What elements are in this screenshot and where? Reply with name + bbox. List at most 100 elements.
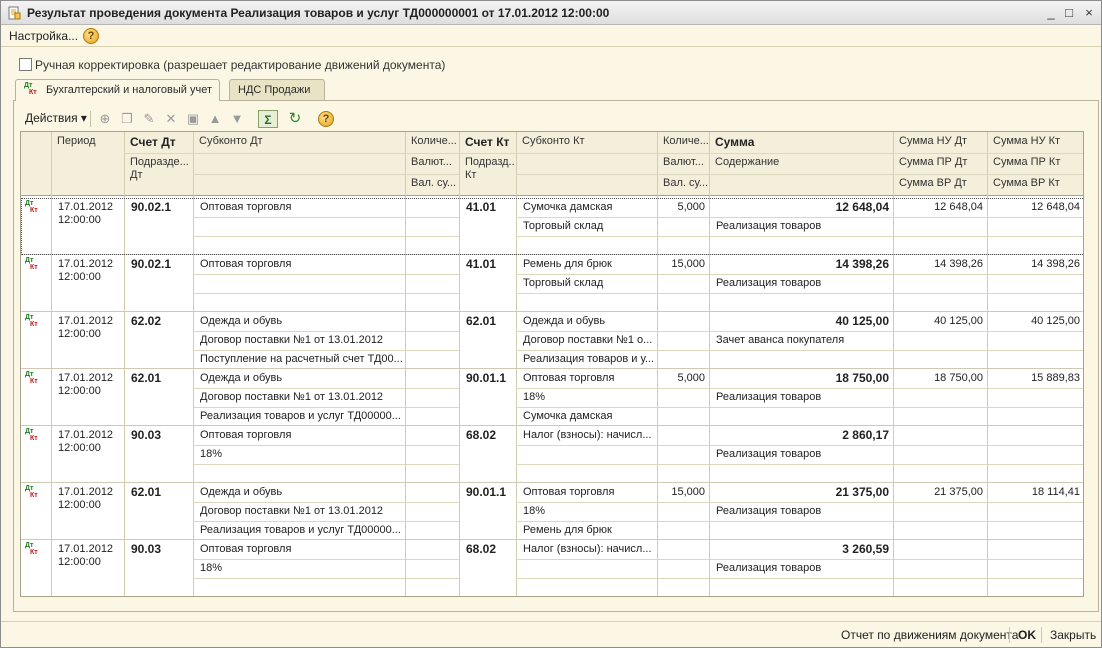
column-valsum-dt[interactable]: Вал. су... <box>407 177 459 189</box>
table-cell[interactable]: Договор поставки №1 от 13.01.2012 <box>196 334 404 346</box>
table-cell[interactable]: 15 889,83 <box>987 372 1083 384</box>
table-row[interactable]: Дт Кт 17.01.2012 12:00:00 62.02 Одежда и обув… <box>21 312 1083 369</box>
table-cell[interactable]: 40 125,00 <box>987 315 1083 327</box>
table-cell[interactable]: 12 648,04 <box>987 201 1083 213</box>
table-cell[interactable]: Ремень для брюк <box>519 258 656 270</box>
table-cell[interactable]: 15,000 <box>658 258 709 270</box>
table-cell[interactable]: Договор поставки №1 от 13.01.2012 <box>196 505 404 517</box>
column-val-dt[interactable]: Валют... <box>407 156 459 168</box>
table-cell[interactable]: Оптовая торговля <box>519 486 656 498</box>
table-cell[interactable]: Налог (взносы): начисл... <box>519 543 656 555</box>
table-cell[interactable]: 90.03 <box>127 542 193 556</box>
table-cell[interactable]: Одежда и обувь <box>196 315 404 327</box>
copy-icon[interactable]: ❐ <box>118 110 136 128</box>
table-cell[interactable]: Реализация товаров <box>712 220 892 232</box>
column-subkonto-kt[interactable]: Субконто Кт <box>518 135 658 147</box>
table-cell[interactable]: Реализация товаров <box>712 448 892 460</box>
table-cell[interactable]: 17.01.2012 <box>54 486 124 498</box>
manual-edit-checkbox[interactable] <box>19 58 32 71</box>
table-cell[interactable]: Реализация товаров и услуг ТД00000... <box>196 410 404 422</box>
table-cell[interactable]: Сумочка дамская <box>519 201 656 213</box>
table-cell[interactable]: 90.01.1 <box>462 485 516 499</box>
table-cell[interactable]: 17.01.2012 <box>54 258 124 270</box>
table-cell[interactable]: 68.02 <box>462 542 516 556</box>
table-cell[interactable]: 40 125,00 <box>893 315 987 327</box>
table-cell[interactable]: Реализация товаров <box>712 505 892 517</box>
delete-icon[interactable]: ✕ <box>162 110 180 128</box>
column-val-kt[interactable]: Валют... <box>659 156 709 168</box>
table-cell[interactable]: 41.01 <box>462 257 516 271</box>
column-kol-kt[interactable]: Количе... <box>659 135 709 147</box>
table-cell[interactable]: 41.01 <box>462 200 516 214</box>
table-cell[interactable]: 17.01.2012 <box>54 429 124 441</box>
table-cell[interactable]: 68.02 <box>462 428 516 442</box>
table-cell[interactable]: 90.01.1 <box>462 371 516 385</box>
table-cell[interactable]: Реализация товаров и у... <box>519 353 656 365</box>
table-cell[interactable]: 14 398,26 <box>709 257 893 271</box>
column-summa[interactable]: Сумма <box>711 135 891 149</box>
table-cell[interactable]: Договор поставки №1 от 13.01.2012 <box>196 391 404 403</box>
table-cell[interactable]: 2 860,17 <box>709 428 893 442</box>
help-icon[interactable]: ? <box>83 28 99 44</box>
table-cell[interactable]: 62.01 <box>127 485 193 499</box>
refresh-icon[interactable]: ↻ <box>286 110 304 128</box>
table-cell[interactable]: 21 375,00 <box>893 486 987 498</box>
table-cell[interactable]: Оптовая торговля <box>196 429 404 441</box>
edit-icon[interactable]: ✎ <box>140 110 158 128</box>
table-cell[interactable]: 18% <box>519 391 656 403</box>
table-cell[interactable]: 12:00:00 <box>54 271 124 283</box>
table-cell[interactable]: 17.01.2012 <box>54 201 124 213</box>
table-cell[interactable]: Торговый склад <box>519 277 656 289</box>
table-row[interactable]: Дт Кт 17.01.2012 12:00:00 90.03 Оптовая торго… <box>21 540 1083 596</box>
table-cell[interactable]: Реализация товаров <box>712 391 892 403</box>
table-cell[interactable]: 12:00:00 <box>54 499 124 511</box>
table-cell[interactable]: 62.02 <box>127 314 193 328</box>
table-cell[interactable]: Торговый склад <box>519 220 656 232</box>
table-cell[interactable]: 40 125,00 <box>709 314 893 328</box>
table-cell[interactable]: Реализация товаров <box>712 277 892 289</box>
tab-accounting[interactable]: Дт Кт Бухгалтерский и налоговый учет <box>15 79 220 101</box>
column-subkonto-dt[interactable]: Субконто Дт <box>195 135 405 147</box>
table-cell[interactable]: 17.01.2012 <box>54 372 124 384</box>
table-row[interactable]: Дт Кт 17.01.2012 12:00:00 62.01 Одежда и обув… <box>21 369 1083 426</box>
column-vr-kt[interactable]: Сумма ВР Кт <box>989 177 1083 189</box>
table-cell[interactable]: 12:00:00 <box>54 214 124 226</box>
table-cell[interactable]: 12 648,04 <box>709 200 893 214</box>
maximize-button[interactable]: □ <box>1061 5 1077 21</box>
report-link[interactable]: Отчет по движениям документа <box>841 628 1018 642</box>
column-soderzhanie[interactable]: Содержание <box>711 156 891 168</box>
move-down-icon[interactable]: ▼ <box>228 110 246 128</box>
table-cell[interactable]: 14 398,26 <box>987 258 1083 270</box>
column-valsum-kt[interactable]: Вал. су... <box>659 177 709 189</box>
table-cell[interactable]: 18% <box>519 505 656 517</box>
settings-menu[interactable]: Настройка... <box>9 29 78 43</box>
column-schet-kt[interactable]: Счет Кт <box>461 135 515 149</box>
table-cell[interactable]: 5,000 <box>658 201 709 213</box>
table-cell[interactable]: Зачет аванса покупателя <box>712 334 892 346</box>
table-cell[interactable]: Оптовая торговля <box>196 543 404 555</box>
table-cell[interactable]: 18 750,00 <box>709 371 893 385</box>
add-icon[interactable]: ⊕ <box>96 110 114 128</box>
table-cell[interactable]: 12:00:00 <box>54 385 124 397</box>
column-schet-dt[interactable]: Счет Дт <box>126 135 194 149</box>
table-cell[interactable]: 3 260,59 <box>709 542 893 556</box>
table-cell[interactable]: 18% <box>196 562 404 574</box>
tab-vat-sales[interactable]: НДС Продажи <box>229 79 325 100</box>
table-cell[interactable]: 17.01.2012 <box>54 315 124 327</box>
table-cell[interactable]: Договор поставки №1 о... <box>519 334 656 346</box>
help-icon[interactable]: ? <box>318 111 334 127</box>
table-cell[interactable]: 18 750,00 <box>893 372 987 384</box>
table-cell[interactable]: 90.02.1 <box>127 257 193 271</box>
table-cell[interactable]: 12 648,04 <box>893 201 987 213</box>
table-cell[interactable]: Одежда и обувь <box>196 486 404 498</box>
column-podrazd-kt[interactable]: Подразд... Кт <box>461 156 515 184</box>
table-cell[interactable]: Ремень для брюк <box>519 524 656 536</box>
sum-icon[interactable]: Σ <box>258 110 278 128</box>
column-pr-kt[interactable]: Сумма ПР Кт <box>989 156 1083 168</box>
table-row[interactable]: Дт Кт 17.01.2012 12:00:00 90.03 Оптовая торго… <box>21 426 1083 483</box>
ok-button[interactable]: OK <box>1018 628 1036 642</box>
minimize-button[interactable]: _ <box>1043 5 1059 21</box>
table-row[interactable]: Дт Кт 17.01.2012 12:00:00 90.02.1 Оптовая тор… <box>21 255 1083 312</box>
column-podrazd-dt[interactable]: Подразде... Дт <box>126 156 192 184</box>
column-nu-dt[interactable]: Сумма НУ Дт <box>895 135 987 147</box>
